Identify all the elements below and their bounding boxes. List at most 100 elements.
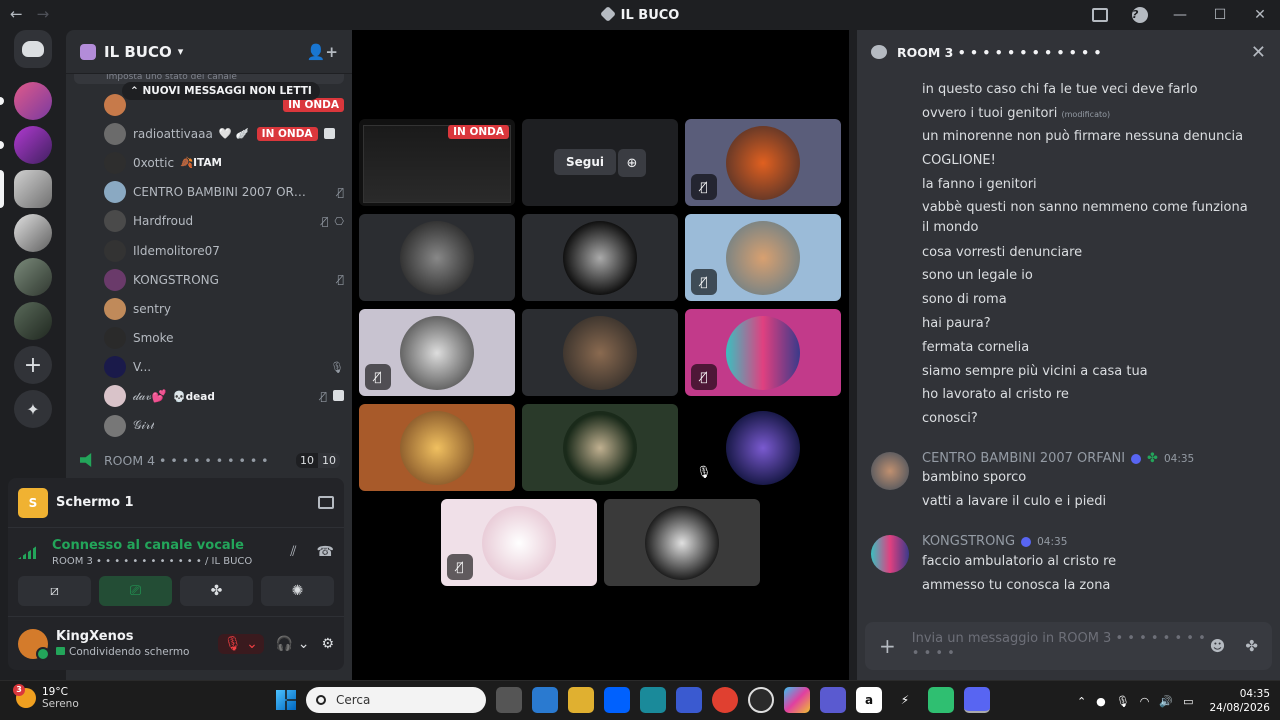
microsoft-store-icon[interactable] bbox=[676, 687, 702, 713]
explore-servers-button[interactable]: ✦ bbox=[14, 390, 52, 428]
pop-out-icon[interactable]: ⊕ bbox=[618, 149, 646, 177]
wifi-icon[interactable]: ◠ bbox=[1140, 695, 1150, 708]
server-icon-4[interactable] bbox=[14, 214, 52, 252]
stop-sharing-icon[interactable] bbox=[318, 496, 334, 509]
server-icon-6[interactable] bbox=[14, 302, 52, 340]
clock[interactable]: 04:35 24/08/2026 bbox=[1209, 687, 1270, 715]
disconnect-icon[interactable]: ☎ bbox=[317, 544, 334, 560]
deafen-headphones-button[interactable]: 🎧 ⌄ bbox=[276, 636, 310, 652]
file-explorer-icon[interactable] bbox=[568, 687, 594, 713]
copilot-icon[interactable] bbox=[784, 687, 810, 713]
settings-gear-icon[interactable]: ⚙ bbox=[321, 636, 334, 652]
server-tag-icon: ✤ bbox=[1147, 451, 1158, 466]
participant-tile[interactable]: 🎙 bbox=[685, 404, 841, 491]
screen-share-thumbnail[interactable]: S bbox=[18, 487, 48, 518]
windows-start-icon[interactable] bbox=[276, 690, 296, 710]
outlook-icon[interactable] bbox=[532, 687, 558, 713]
participant-avatar bbox=[563, 410, 637, 485]
invite-people-icon[interactable]: 👤+ bbox=[307, 43, 338, 61]
activities-button[interactable]: ✤ bbox=[180, 576, 253, 606]
close-chat-icon[interactable]: ✕ bbox=[1251, 42, 1266, 63]
new-unread-messages-pill[interactable]: ⌃ NUOVI MESSAGGI NON LETTI bbox=[122, 82, 320, 100]
message-input[interactable]: + Invia un messaggio in ROOM 3 • • • • •… bbox=[865, 622, 1272, 670]
battery-icon[interactable]: ▭ bbox=[1183, 695, 1193, 708]
dropbox-icon[interactable] bbox=[604, 687, 630, 713]
participant-tile[interactable]: 🎙̸ bbox=[685, 214, 841, 301]
steam-icon[interactable] bbox=[748, 687, 774, 713]
voice-channel-room-4[interactable]: ROOM 4 • • • • • • • • • • 10 10 bbox=[80, 450, 340, 470]
voice-member[interactable]: V... 🎙 bbox=[104, 353, 344, 382]
soundboard-button[interactable]: ✺ bbox=[261, 576, 334, 606]
participant-tile[interactable]: 🎙̸ bbox=[685, 119, 841, 206]
participant-tile[interactable]: 🎙̸ bbox=[441, 499, 597, 586]
voice-member[interactable]: radioattivaaa 🤍 🪽 IN ONDA bbox=[104, 119, 344, 148]
teams-icon[interactable] bbox=[820, 687, 846, 713]
taskbar-search[interactable]: Cerca bbox=[306, 687, 486, 713]
server-icon-il-buco[interactable] bbox=[14, 170, 52, 208]
avatar[interactable] bbox=[18, 628, 50, 661]
direct-messages-button[interactable] bbox=[14, 30, 52, 68]
role-badge-icon bbox=[1131, 453, 1142, 464]
bolt-icon[interactable]: ⚡ bbox=[892, 687, 918, 713]
voice-member[interactable]: Smoke bbox=[104, 324, 344, 353]
game-app-icon[interactable] bbox=[928, 687, 954, 713]
noise-suppression-icon[interactable]: ⫽ bbox=[290, 544, 296, 560]
voice-member[interactable]: Ildemolitore07 bbox=[104, 236, 344, 265]
weather-widget[interactable]: 3 19°C Sereno bbox=[13, 684, 79, 710]
signal-strength-icon[interactable] bbox=[18, 545, 38, 559]
edge-icon[interactable] bbox=[640, 687, 666, 713]
participant-tile[interactable] bbox=[522, 214, 678, 301]
voice-member[interactable]: 0xottic 🍂ITAM bbox=[104, 148, 344, 177]
voice-channel-path[interactable]: ROOM 3 • • • • • • • • • • • • / IL BUCO bbox=[52, 556, 252, 567]
minimize-button[interactable]: — bbox=[1160, 7, 1200, 23]
message-author[interactable]: CENTRO BAMBINI 2007 ORFANI bbox=[922, 451, 1125, 466]
add-server-button[interactable]: + bbox=[14, 346, 52, 384]
task-view-icon[interactable] bbox=[496, 687, 522, 713]
voice-member[interactable]: CENTRO BAMBINI 2007 ORFANI 🎙̸ bbox=[104, 178, 344, 207]
emoji-icon[interactable]: ☻ bbox=[1210, 637, 1226, 655]
screen-share-button[interactable]: ⎚ bbox=[99, 576, 172, 606]
message-text: vatti a lavare il culo e i piedi bbox=[922, 494, 1107, 509]
amazon-icon[interactable]: a bbox=[856, 687, 882, 713]
unread-pill-label: NUOVI MESSAGGI NON LETTI bbox=[142, 85, 312, 97]
message-author[interactable]: KONGSTRONG bbox=[922, 534, 1015, 549]
avatar[interactable] bbox=[871, 535, 909, 573]
volume-icon[interactable]: 🔊 bbox=[1159, 695, 1173, 708]
participant-tile[interactable]: 🎙̸ bbox=[685, 309, 841, 396]
participant-tile[interactable] bbox=[522, 309, 678, 396]
close-window-button[interactable]: ✕ bbox=[1240, 7, 1280, 23]
inbox-icon[interactable] bbox=[1092, 8, 1108, 22]
participant-tile[interactable]: 🎙̸ bbox=[359, 309, 515, 396]
stream-tile-live[interactable]: IN ONDA bbox=[359, 119, 515, 206]
participant-tile[interactable] bbox=[359, 214, 515, 301]
notification-app-icon[interactable]: ● bbox=[1096, 695, 1106, 708]
show-hidden-icons-chevron[interactable]: ⌃ bbox=[1077, 695, 1086, 708]
maximize-button[interactable]: ☐ bbox=[1200, 7, 1240, 23]
microphone-icon[interactable]: 🎙 bbox=[1116, 695, 1130, 708]
server-header[interactable]: IL BUCO ▾ 👤+ bbox=[66, 30, 352, 74]
participant-tile[interactable] bbox=[522, 404, 678, 491]
voice-member[interactable]: 𝒹𝒶𝓋💕 💀dead 🎙̸ bbox=[104, 382, 344, 411]
camera-toggle-button[interactable]: ⧄ bbox=[18, 576, 91, 606]
apps-icon[interactable]: ✤ bbox=[1245, 637, 1258, 655]
help-icon[interactable]: ? bbox=[1132, 7, 1148, 23]
server-icon-1[interactable] bbox=[14, 82, 52, 120]
voice-member[interactable]: Hardfroud 🎙̸ ⎔ bbox=[104, 207, 344, 236]
avatar[interactable] bbox=[871, 452, 909, 490]
voice-member[interactable]: sentry bbox=[104, 294, 344, 323]
voice-member[interactable]: KONGSTRONG 🎙̸ bbox=[104, 265, 344, 294]
follow-stream-button[interactable]: Segui bbox=[554, 149, 617, 175]
voice-connected-label[interactable]: Connesso al canale vocale bbox=[52, 538, 252, 553]
participant-tile[interactable] bbox=[604, 499, 760, 586]
user-limit: 10 bbox=[318, 452, 340, 468]
server-home-icon bbox=[80, 43, 96, 60]
attach-plus-icon[interactable]: + bbox=[879, 634, 896, 658]
chrome-icon[interactable] bbox=[712, 687, 738, 713]
voice-member[interactable]: 𝒢𝒾𝓇𝓁 bbox=[104, 411, 344, 440]
server-icon-2[interactable] bbox=[14, 126, 52, 164]
mute-microphone-button[interactable]: 🎙 ⌄ bbox=[217, 633, 264, 654]
participant-tile[interactable] bbox=[359, 404, 515, 491]
server-icon-5[interactable] bbox=[14, 258, 52, 296]
discord-taskbar-icon[interactable] bbox=[964, 687, 990, 713]
username[interactable]: KingXenos bbox=[56, 629, 189, 644]
